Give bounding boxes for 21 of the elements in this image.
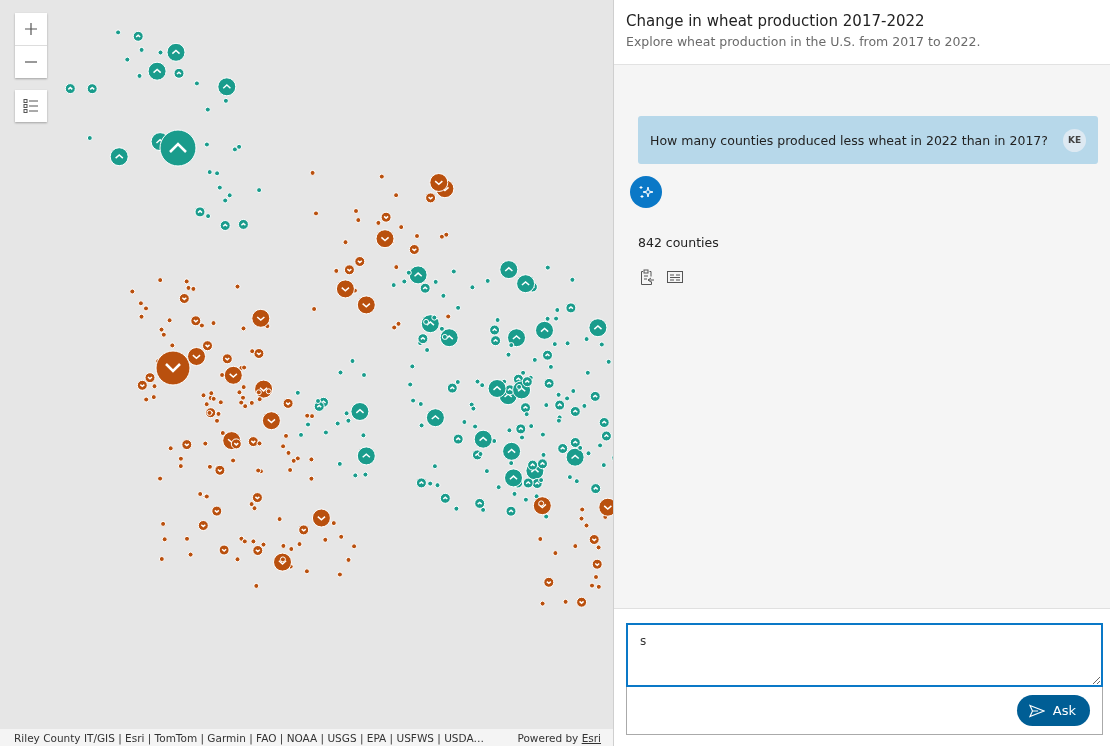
question-input-field[interactable]: s [626,623,1103,687]
legend-button[interactable] [15,90,47,122]
powered-by-text: Powered by [517,731,579,744]
user-avatar: KE [1063,128,1086,152]
message-text: How many counties produced less wheat in 2022 than in 2017? [650,132,1048,148]
list-icon [23,98,39,114]
copy-button[interactable] [638,268,656,286]
assistant-answer: 842 counties [638,235,719,250]
zoom-out-button[interactable] [15,46,47,78]
panel-subtitle: Explore wheat production in the U.S. from 2017 to 2022. [626,34,982,49]
document-icon [667,269,683,285]
sparkle-icon [638,184,654,200]
esri-link[interactable]: Esri [581,731,601,744]
clipboard-icon [639,269,655,285]
send-icon [1028,703,1045,718]
plus-icon [24,22,38,36]
panel-title: Change in wheat production 2017-2022 [626,12,926,30]
attribution-text: Riley County IT/GIS | Esri | TomTom | Garmin | FAO | NOAA | USGS | EPA | USFWS | USDA… [14,731,485,744]
details-button[interactable] [666,268,684,286]
zoom-in-button[interactable] [15,13,47,45]
ask-button[interactable]: Ask [1016,695,1090,726]
